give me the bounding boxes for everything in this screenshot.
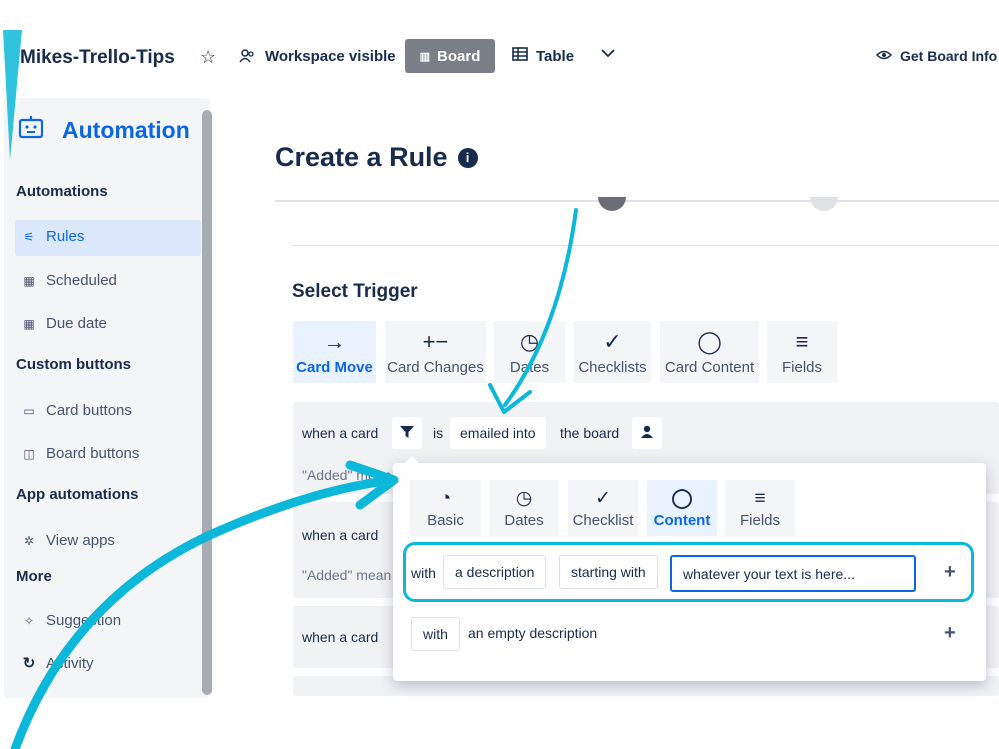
arrow-line [10, 475, 398, 749]
annotation-arrows [3, 30, 578, 749]
arrow-line [503, 208, 578, 407]
accent-shape [3, 30, 22, 160]
